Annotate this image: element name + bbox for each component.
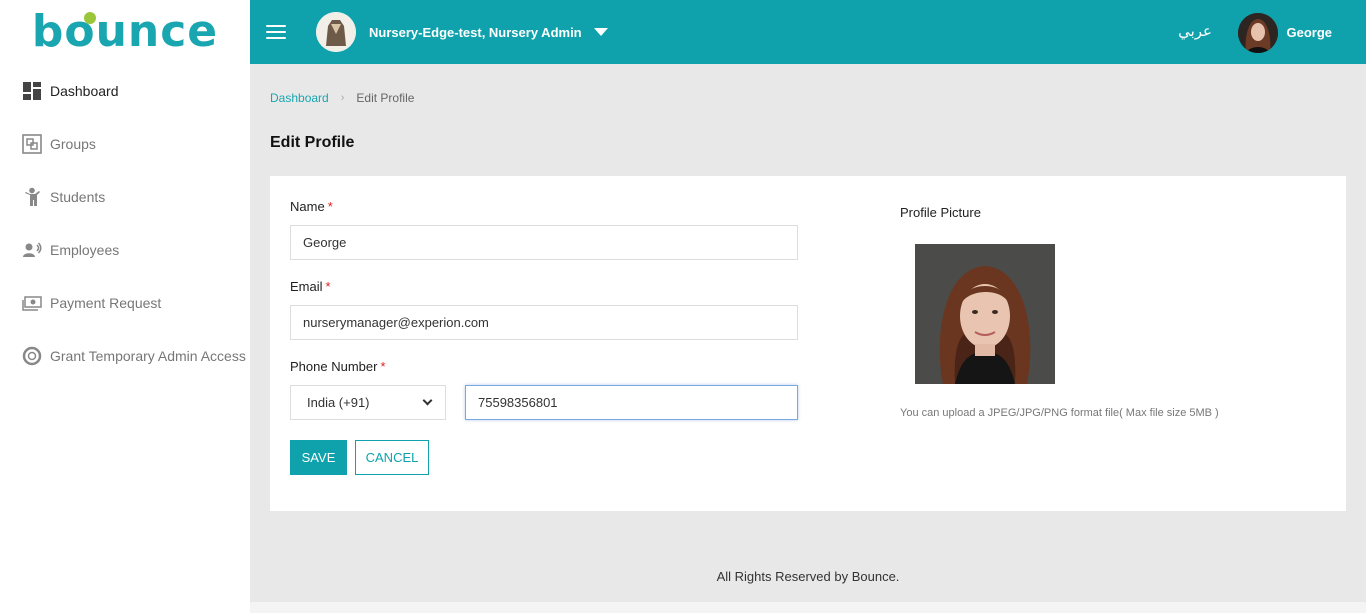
sidebar-item-label: Grant Temporary Admin Access xyxy=(50,347,246,364)
sidebar-item-label: Students xyxy=(50,188,106,205)
employee-icon xyxy=(22,240,42,260)
chevron-down-icon xyxy=(422,395,433,406)
phone-label: Phone Number * xyxy=(290,359,386,374)
page-title: Edit Profile xyxy=(270,134,355,151)
groups-icon xyxy=(22,133,42,154)
email-label: Email * xyxy=(290,279,331,294)
cancel-button[interactable]: CANCEL xyxy=(355,440,429,475)
sidebar-item-grant-temporary-admin-access[interactable]: Grant Temporary Admin Access xyxy=(0,329,250,382)
sidebar-item-payment-request[interactable]: Payment Request xyxy=(0,276,250,329)
save-button[interactable]: SAVE xyxy=(290,440,347,475)
logo-text: bounce xyxy=(31,6,219,57)
sidebar-item-label: Groups xyxy=(50,135,96,152)
student-icon xyxy=(22,187,42,207)
footer: All Rights Reserved by Bounce. xyxy=(716,569,900,584)
required-mark: * xyxy=(325,279,331,294)
country-code-select[interactable]: India (+91) xyxy=(290,385,446,420)
chevron-right-icon: › xyxy=(340,92,345,104)
dashboard-icon xyxy=(22,81,42,101)
language-switch[interactable]: عربي xyxy=(1178,22,1212,40)
sidebar-item-label: Employees xyxy=(50,241,120,258)
nursery-name[interactable]: Nursery-Edge-test, Nursery Admin xyxy=(369,25,582,40)
bottom-strip xyxy=(250,602,1366,613)
sidebar-item-students[interactable]: Students xyxy=(0,170,250,223)
required-mark: * xyxy=(380,359,386,374)
sidebar-item-label: Payment Request xyxy=(50,294,162,311)
required-mark: * xyxy=(327,199,333,214)
edit-profile-card: Name* Email* Phone Number* India (+91) S… xyxy=(270,176,1346,511)
breadcrumb: Dashboard › Edit Profile xyxy=(270,91,414,105)
sidebar-item-dashboard[interactable]: Dashboard xyxy=(0,64,250,117)
country-code-value: India (+91) xyxy=(307,395,370,410)
breadcrumb-dashboard-link[interactable]: Dashboard xyxy=(270,91,329,105)
phone-label-text: Phone Number xyxy=(290,359,378,374)
caret-down-icon[interactable] xyxy=(593,28,608,36)
hamburger-menu-icon[interactable] xyxy=(266,25,286,39)
profile-picture-hint: You can upload a JPEG/JPG/PNG format fil… xyxy=(900,407,1219,419)
top-bar: Nursery-Edge-test, Nursery Admin عربي Ge… xyxy=(250,0,1366,64)
profile-picture[interactable] xyxy=(915,244,1055,384)
breadcrumb-current: Edit Profile xyxy=(356,91,415,105)
name-input[interactable] xyxy=(290,225,798,260)
name-label: Name * xyxy=(290,199,333,214)
sidebar-item-label: Dashboard xyxy=(50,82,119,99)
user-name[interactable]: George xyxy=(1286,25,1332,40)
name-label-text: Name xyxy=(290,199,325,214)
phone-input[interactable] xyxy=(465,385,798,420)
sidebar-nav: Dashboard Groups Students Employees Paym… xyxy=(0,64,250,382)
sidebar-item-employees[interactable]: Employees xyxy=(0,223,250,276)
logo-dot-icon xyxy=(84,12,96,24)
profile-picture-label: Profile Picture xyxy=(900,205,981,220)
sidebar: bounce Dashboard Groups Students Employe… xyxy=(0,0,250,613)
email-label-text: Email xyxy=(290,279,323,294)
lifebuoy-icon xyxy=(22,346,42,366)
sidebar-item-groups[interactable]: Groups xyxy=(0,117,250,170)
email-input[interactable] xyxy=(290,305,798,340)
money-icon xyxy=(22,293,42,313)
logo[interactable]: bounce xyxy=(0,0,250,64)
user-avatar[interactable] xyxy=(1238,13,1278,53)
nursery-avatar[interactable] xyxy=(316,12,356,52)
